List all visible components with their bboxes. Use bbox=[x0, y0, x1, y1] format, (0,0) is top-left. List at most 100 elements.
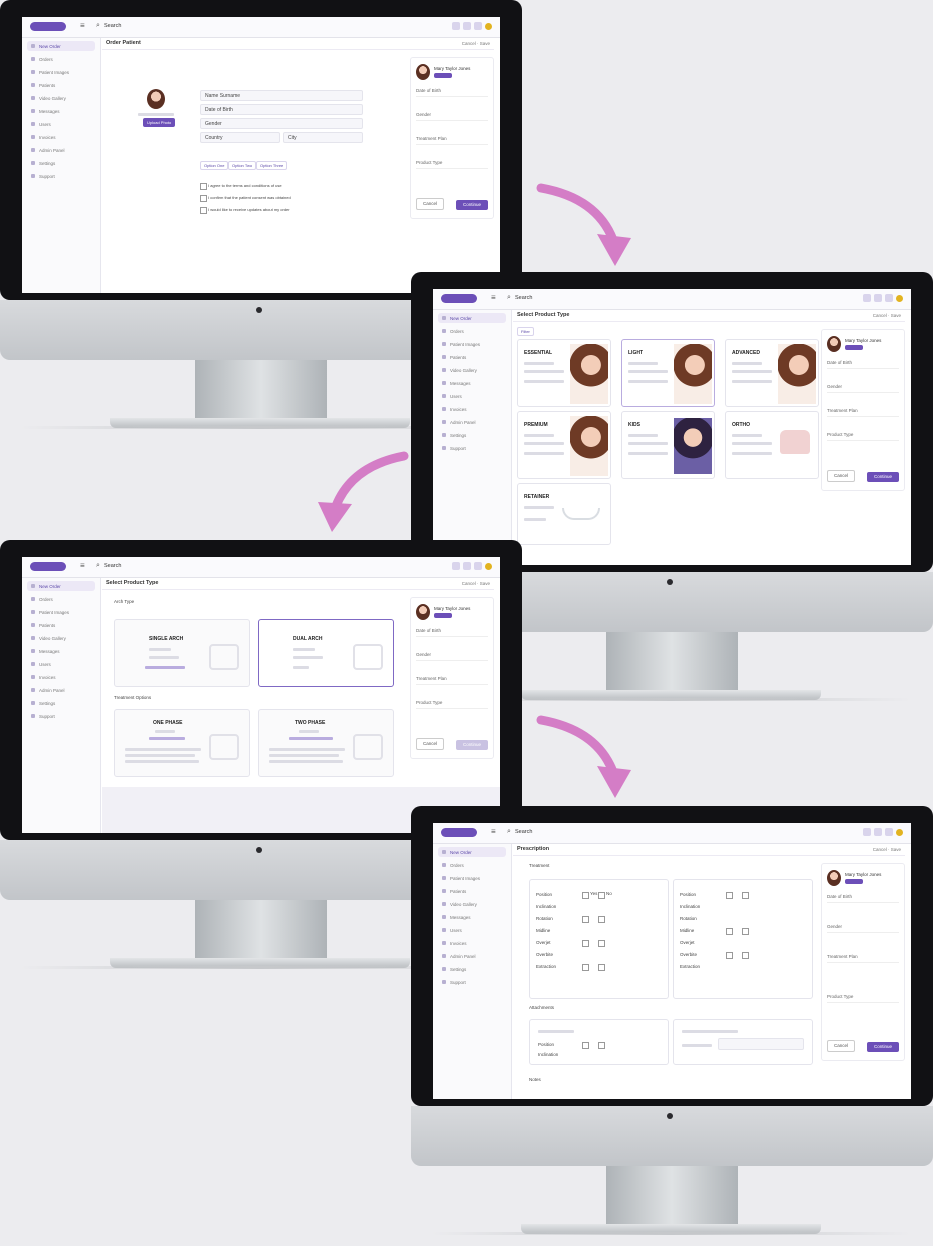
sidebar-item-orders[interactable]: Orders bbox=[438, 860, 506, 870]
sidebar-item-patients[interactable]: Patients bbox=[27, 620, 95, 630]
yes-checkbox[interactable] bbox=[582, 940, 589, 947]
yes-checkbox[interactable] bbox=[726, 928, 733, 935]
option-card[interactable]: ONE PHASE bbox=[114, 709, 250, 777]
grid-icon[interactable] bbox=[874, 294, 882, 302]
sidebar-item-patients[interactable]: Patients bbox=[438, 352, 506, 362]
grid-icon[interactable] bbox=[463, 22, 471, 30]
checkbox-updates[interactable] bbox=[200, 207, 207, 214]
user-icon[interactable] bbox=[485, 22, 492, 30]
sidebar-item-orders[interactable]: Orders bbox=[438, 326, 506, 336]
user-icon[interactable] bbox=[485, 562, 492, 570]
product-card[interactable]: RETAINER bbox=[517, 483, 611, 545]
continue-button[interactable]: Continue bbox=[867, 472, 899, 482]
sidebar-item-orders[interactable]: Orders bbox=[27, 54, 95, 64]
sidebar-item-support[interactable]: Support bbox=[27, 171, 95, 181]
sidebar-item-new-order[interactable]: New Order bbox=[27, 581, 95, 591]
checkbox-terms[interactable] bbox=[200, 183, 207, 190]
menu-icon[interactable]: ≡ bbox=[80, 561, 85, 571]
yes-checkbox[interactable] bbox=[726, 892, 733, 899]
notification-icon[interactable] bbox=[474, 562, 482, 570]
upload-photo-button[interactable]: Upload Photo bbox=[143, 118, 176, 127]
no-checkbox[interactable] bbox=[598, 916, 605, 923]
sidebar-item-patient-images[interactable]: Patient Images bbox=[27, 607, 95, 617]
sidebar-item-messages[interactable]: Messages bbox=[27, 646, 95, 656]
page-actions[interactable]: Cancel · Save bbox=[873, 847, 901, 852]
product-card[interactable]: LIGHT bbox=[621, 339, 715, 407]
search-input[interactable]: Search bbox=[515, 828, 532, 837]
filter-chip[interactable]: Filter bbox=[517, 327, 534, 336]
no-checkbox[interactable] bbox=[742, 892, 749, 899]
option-card[interactable]: SINGLE ARCH bbox=[114, 619, 250, 687]
sidebar-item-settings[interactable]: Settings bbox=[27, 698, 95, 708]
yes-checkbox[interactable] bbox=[582, 964, 589, 971]
cancel-button[interactable]: Cancel bbox=[416, 198, 444, 210]
sidebar-item-messages[interactable]: Messages bbox=[438, 378, 506, 388]
yes-checkbox[interactable] bbox=[726, 952, 733, 959]
sidebar-item-settings[interactable]: Settings bbox=[27, 158, 95, 168]
menu-icon[interactable]: ≡ bbox=[80, 21, 85, 31]
sidebar-item-invoices[interactable]: Invoices bbox=[27, 672, 95, 682]
continue-button[interactable]: Continue bbox=[456, 740, 488, 750]
sidebar-item-video-gallery[interactable]: Video Gallery bbox=[27, 93, 95, 103]
product-card[interactable]: ADVANCED bbox=[725, 339, 819, 407]
search-input[interactable]: Search bbox=[104, 22, 121, 31]
sidebar-item-new-order[interactable]: New Order bbox=[27, 41, 95, 51]
sidebar-item-admin[interactable]: Admin Panel bbox=[27, 685, 95, 695]
continue-button[interactable]: Continue bbox=[867, 1042, 899, 1052]
checkbox-consent[interactable] bbox=[200, 195, 207, 202]
yes-checkbox[interactable] bbox=[582, 1042, 589, 1049]
sidebar-item-patient-images[interactable]: Patient Images bbox=[438, 873, 506, 883]
sidebar-item-patients[interactable]: Patients bbox=[27, 80, 95, 90]
sidebar-item-admin[interactable]: Admin Panel bbox=[438, 417, 506, 427]
notification-icon[interactable] bbox=[885, 294, 893, 302]
product-card[interactable]: KIDS bbox=[621, 411, 715, 479]
sidebar-item-admin[interactable]: Admin Panel bbox=[27, 145, 95, 155]
no-checkbox[interactable] bbox=[598, 940, 605, 947]
sidebar-item-orders[interactable]: Orders bbox=[27, 594, 95, 604]
no-checkbox[interactable] bbox=[598, 892, 605, 899]
sidebar-item-users[interactable]: Users bbox=[27, 119, 95, 129]
user-icon[interactable] bbox=[896, 828, 903, 836]
sidebar-item-video-gallery[interactable]: Video Gallery bbox=[438, 899, 506, 909]
product-card[interactable]: ORTHO bbox=[725, 411, 819, 479]
option-card-selected[interactable]: DUAL ARCH bbox=[258, 619, 394, 687]
sidebar-item-new-order[interactable]: New Order bbox=[438, 313, 506, 323]
sidebar-item-new-order[interactable]: New Order bbox=[438, 847, 506, 857]
sidebar-item-admin[interactable]: Admin Panel bbox=[438, 951, 506, 961]
notification-icon[interactable] bbox=[885, 828, 893, 836]
app-logo[interactable] bbox=[30, 562, 66, 571]
page-actions[interactable]: Cancel · Save bbox=[462, 41, 490, 46]
notification-icon[interactable] bbox=[474, 22, 482, 30]
option-chip-2[interactable]: Option Two bbox=[228, 161, 257, 170]
option-chip-3[interactable]: Option Three bbox=[256, 161, 288, 170]
no-checkbox[interactable] bbox=[742, 952, 749, 959]
continue-button[interactable]: Continue bbox=[456, 200, 488, 210]
no-checkbox[interactable] bbox=[598, 964, 605, 971]
app-logo[interactable] bbox=[441, 828, 477, 837]
cancel-button[interactable]: Cancel bbox=[416, 738, 444, 750]
grid-icon[interactable] bbox=[463, 562, 471, 570]
search-input[interactable]: Search bbox=[515, 294, 532, 303]
sidebar-item-invoices[interactable]: Invoices bbox=[438, 938, 506, 948]
sidebar-item-invoices[interactable]: Invoices bbox=[27, 132, 95, 142]
sidebar-item-settings[interactable]: Settings bbox=[438, 430, 506, 440]
option-chip-1[interactable]: Option One bbox=[200, 161, 229, 170]
sidebar-item-patients[interactable]: Patients bbox=[438, 886, 506, 896]
page-actions[interactable]: Cancel · Save bbox=[873, 313, 901, 318]
search-input[interactable]: Search bbox=[104, 562, 121, 571]
app-logo[interactable] bbox=[30, 22, 66, 31]
sidebar-item-settings[interactable]: Settings bbox=[438, 964, 506, 974]
menu-icon[interactable]: ≡ bbox=[491, 827, 496, 837]
option-card[interactable]: TWO PHASE bbox=[258, 709, 394, 777]
sidebar-item-video-gallery[interactable]: Video Gallery bbox=[27, 633, 95, 643]
sidebar-item-messages[interactable]: Messages bbox=[438, 912, 506, 922]
country-field[interactable]: Country bbox=[200, 132, 280, 143]
name-field[interactable]: Name Surname bbox=[200, 90, 363, 101]
cancel-button[interactable]: Cancel bbox=[827, 470, 855, 482]
city-field[interactable]: City bbox=[283, 132, 363, 143]
mail-icon[interactable] bbox=[452, 562, 460, 570]
cancel-button[interactable]: Cancel bbox=[827, 1040, 855, 1052]
sidebar-item-support[interactable]: Support bbox=[27, 711, 95, 721]
sidebar-item-users[interactable]: Users bbox=[438, 925, 506, 935]
sidebar-item-patient-images[interactable]: Patient Images bbox=[438, 339, 506, 349]
